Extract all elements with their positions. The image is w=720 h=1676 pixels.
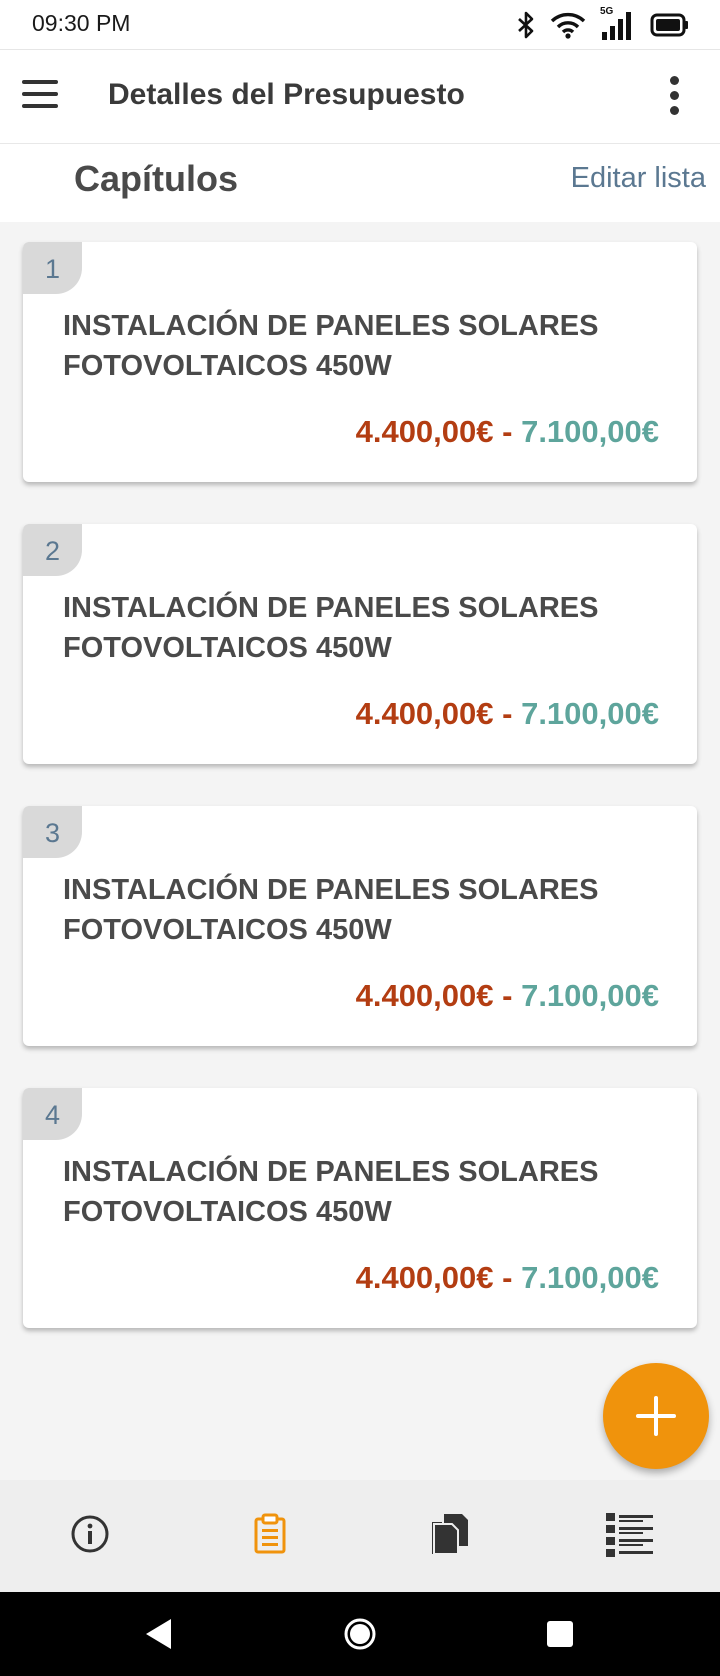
price-min: 4.400,00€ — [355, 978, 494, 1013]
chapter-card[interactable]: 3 INSTALACIÓN DE PANELES SOLARES FOTOVOL… — [23, 806, 697, 1046]
app-bar: Detalles del Presupuesto — [0, 50, 720, 144]
status-icons: 5G — [516, 6, 690, 42]
more-options-icon[interactable] — [666, 76, 682, 118]
clipboard-icon — [253, 1513, 287, 1560]
price-min: 4.400,00€ — [355, 1260, 494, 1295]
price-max: 7.100,00€ — [521, 696, 659, 731]
edit-list-link[interactable]: Editar lista — [571, 162, 706, 195]
chapter-price-range: 4.400,00€ - 7.100,00€ — [356, 1260, 659, 1296]
bottom-navigation — [0, 1480, 720, 1592]
battery-icon — [650, 13, 690, 37]
page-title: Detalles del Presupuesto — [108, 78, 465, 111]
chapter-number-badge: 2 — [23, 524, 82, 576]
checklist-icon — [604, 1510, 656, 1563]
price-max: 7.100,00€ — [521, 414, 659, 449]
chapter-price-range: 4.400,00€ - 7.100,00€ — [356, 696, 659, 732]
nav-documents[interactable] — [420, 1508, 480, 1564]
price-min: 4.400,00€ — [355, 414, 494, 449]
menu-icon[interactable] — [22, 80, 62, 114]
chapter-title: INSTALACIÓN DE PANELES SOLARES FOTOVOLTA… — [63, 1156, 599, 1228]
chapter-card[interactable]: 4 INSTALACIÓN DE PANELES SOLARES FOTOVOL… — [23, 1088, 697, 1328]
price-max: 7.100,00€ — [521, 1260, 659, 1295]
nav-checklist[interactable] — [600, 1508, 660, 1564]
info-icon — [70, 1514, 110, 1559]
home-icon[interactable] — [320, 1592, 400, 1676]
chapter-price-range: 4.400,00€ - 7.100,00€ — [356, 414, 659, 450]
chapter-number-badge: 3 — [23, 806, 82, 858]
bluetooth-icon — [516, 11, 536, 39]
chapter-card[interactable]: 1 INSTALACIÓN DE PANELES SOLARES FOTOVOL… — [23, 242, 697, 482]
network-type-label: 5G — [600, 6, 614, 17]
price-separator: - — [493, 1260, 522, 1295]
nav-chapters[interactable] — [240, 1508, 300, 1564]
chapter-title: INSTALACIÓN DE PANELES SOLARES FOTOVOLTA… — [63, 592, 599, 664]
recents-icon[interactable] — [520, 1592, 600, 1676]
price-max: 7.100,00€ — [521, 978, 659, 1013]
cellular-signal-icon: 5G — [600, 6, 636, 40]
section-title: Capítulos — [74, 158, 239, 199]
back-icon[interactable] — [118, 1592, 198, 1676]
price-separator: - — [493, 414, 522, 449]
status-time: 09:30 PM — [32, 10, 131, 36]
chapter-price-range: 4.400,00€ - 7.100,00€ — [356, 978, 659, 1014]
nav-info[interactable] — [60, 1508, 120, 1564]
section-header: Capítulos Editar lista — [0, 144, 720, 222]
chapter-title: INSTALACIÓN DE PANELES SOLARES FOTOVOLTA… — [63, 874, 599, 946]
wifi-icon — [550, 11, 586, 39]
documents-icon — [430, 1512, 470, 1561]
chapter-card[interactable]: 2 INSTALACIÓN DE PANELES SOLARES FOTOVOL… — [23, 524, 697, 764]
price-min: 4.400,00€ — [355, 696, 494, 731]
price-separator: - — [493, 696, 522, 731]
system-navigation-bar — [0, 1592, 720, 1676]
price-separator: - — [493, 978, 522, 1013]
chapter-number-badge: 4 — [23, 1088, 82, 1140]
add-chapter-button[interactable] — [603, 1363, 709, 1469]
chapter-number-badge: 1 — [23, 242, 82, 294]
chapter-title: INSTALACIÓN DE PANELES SOLARES FOTOVOLTA… — [63, 310, 599, 382]
status-bar: 09:30 PM 5G — [0, 0, 720, 50]
